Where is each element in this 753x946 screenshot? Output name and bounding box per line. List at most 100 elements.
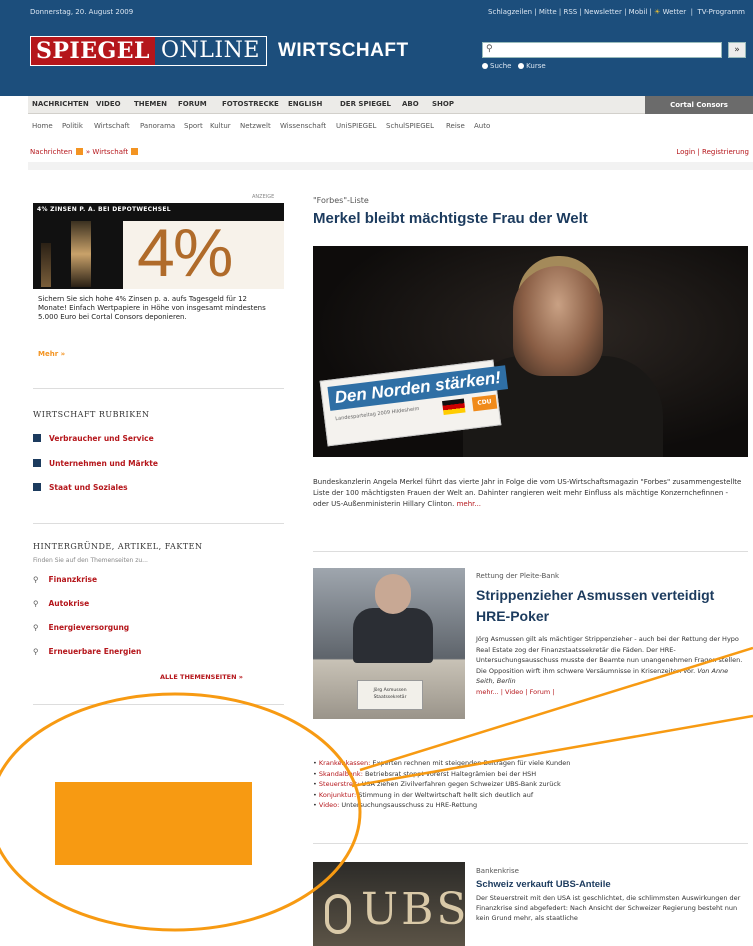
subnav-home[interactable]: Home	[32, 122, 53, 130]
topic-label[interactable]: Finanzkrise	[49, 575, 98, 584]
lead-headline[interactable]: Merkel bleibt mächtigste Frau der Welt	[313, 210, 588, 227]
square-bullet-icon	[33, 434, 41, 442]
rubrik-item-label[interactable]: Unternehmen und Märkte	[49, 459, 158, 468]
search-icon: ⚲	[486, 44, 493, 54]
teaser-lead[interactable]: Skandalbank:	[319, 770, 363, 778]
story2-links[interactable]: mehr... | Video | Forum |	[476, 688, 554, 696]
nav-item-shop[interactable]: SHOP	[432, 100, 454, 108]
teaser-lead[interactable]: Video:	[319, 801, 339, 809]
story-photo-ubs[interactable]: UBS	[313, 862, 465, 946]
nav-item-nachrichten[interactable]: NACHRICHTEN	[32, 100, 89, 108]
teaser-text[interactable]: Stimmung in der Weltwirtschaft hellt sic…	[358, 791, 533, 799]
nav-cortal-consors[interactable]: Cortal Consors	[645, 96, 753, 114]
search-input[interactable]: ⚲	[482, 42, 722, 58]
list-item[interactable]: • Skandalbank: Betriebsrat stoppt vorers…	[313, 769, 753, 780]
teaser-list: • Krankenkassen: Experten rechnen mit st…	[313, 758, 753, 811]
topic-label[interactable]: Autokrise	[49, 599, 90, 608]
teaser-text[interactable]: Experten rechnen mit steigenden Beiträge…	[372, 759, 570, 767]
subnav-kultur[interactable]: Kultur	[210, 122, 231, 130]
pin-icon: ⚲	[33, 599, 39, 608]
story2-headline[interactable]: Strippenzieher Asmussen verteidigt HRE-P…	[476, 585, 746, 627]
rss-icon[interactable]	[131, 148, 139, 155]
subnav-wissenschaft[interactable]: Wissenschaft	[280, 122, 326, 130]
ad-headline: 4% ZINSEN P. A. BEI DEPOTWECHSEL	[37, 206, 171, 213]
radio-kurse-label[interactable]: Kurse	[526, 62, 546, 70]
topic-item-erneuerbare[interactable]: ⚲ Erneuerbare Energien	[33, 647, 141, 656]
story-photo-asmussen[interactable]: Jörg Asmussen Staatssekretär	[313, 568, 465, 719]
search-button[interactable]: »	[728, 42, 746, 58]
subnav-schulspiegel[interactable]: SchulSPIEGEL	[386, 122, 434, 130]
photo-figure	[375, 574, 411, 614]
subnav-reise[interactable]: Reise	[446, 122, 465, 130]
rubrik-item-label[interactable]: Staat und Soziales	[49, 483, 128, 492]
ad-banner[interactable]: 4% ZINSEN P. A. BEI DEPOTWECHSEL 4%	[33, 203, 284, 289]
rss-icon[interactable]	[75, 148, 83, 155]
teaser-lead[interactable]: Steuerstreit:	[319, 780, 359, 788]
teaser-text[interactable]: Betriebsrat stoppt vorerst Haltegrämien …	[365, 770, 536, 778]
lead-photo[interactable]: Den Norden stärken! Landesparteitag 2009…	[313, 246, 748, 457]
topic-item-finanzkrise[interactable]: ⚲ Finanzkrise	[33, 575, 97, 584]
topic-label[interactable]: Erneuerbare Energien	[49, 647, 142, 656]
subnav-sport[interactable]: Sport	[184, 122, 203, 130]
teaser-text[interactable]: Untersuchungsausschuss zu HRE-Rettung	[341, 801, 477, 809]
ad-more-link[interactable]: Mehr »	[38, 350, 65, 358]
story3-kicker: Bankenkrise	[476, 867, 519, 875]
subnav-wirtschaft[interactable]: Wirtschaft	[94, 122, 130, 130]
list-item[interactable]: • Konjunktur: Stimmung in der Weltwirtsc…	[313, 790, 753, 801]
breadcrumb-wirtschaft[interactable]: Wirtschaft	[92, 148, 128, 156]
logo-spiegel[interactable]: SPIEGEL	[31, 37, 156, 65]
teaser-lead[interactable]: Krankenkassen:	[319, 759, 370, 767]
subnav-panorama[interactable]: Panorama	[140, 122, 175, 130]
list-item[interactable]: • Krankenkassen: Experten rechnen mit st…	[313, 758, 753, 769]
lead-more-link[interactable]: mehr...	[457, 500, 481, 508]
top-links[interactable]: Schlagzeilen | Mitte | RSS | Newsletter …	[488, 8, 745, 16]
rubrik-item-unternehmen[interactable]: Unternehmen und Märkte	[33, 459, 158, 468]
ad-decor	[71, 221, 91, 287]
rubrik-item-label[interactable]: Verbraucher und Service	[49, 434, 154, 443]
login-register-link[interactable]: Login | Registrierung	[676, 148, 749, 156]
lead-text-body: Bundeskanzlerin Angela Merkel führt das …	[313, 478, 742, 508]
subnav-politik[interactable]: Politik	[62, 122, 83, 130]
divider	[313, 551, 748, 552]
tv-program-link[interactable]: TV-Programm	[697, 8, 745, 16]
spiegel-online-logo[interactable]: SPIEGEL ONLINE	[30, 36, 267, 66]
list-item[interactable]: • Video: Untersuchungsausschuss zu HRE-R…	[313, 800, 753, 811]
nav-item-themen[interactable]: THEMEN	[134, 100, 167, 108]
nav-item-forum[interactable]: FORUM	[178, 100, 207, 108]
breadcrumb-nachrichten[interactable]: Nachrichten	[30, 148, 72, 156]
search-mode-radios[interactable]: Suche Kurse	[482, 62, 546, 70]
list-item[interactable]: • Steuerstreit: USA ziehen Zivilverfahre…	[313, 779, 753, 790]
all-topics-link[interactable]: ALLE THEMENSEITEN »	[160, 673, 243, 681]
subnav-auto[interactable]: Auto	[474, 122, 490, 130]
nav-item-der-spiegel[interactable]: DER SPIEGEL	[340, 100, 391, 108]
divider	[33, 704, 284, 705]
weather-link[interactable]: Wetter	[663, 8, 687, 16]
topic-item-autokrise[interactable]: ⚲ Autokrise	[33, 599, 89, 608]
square-bullet-icon	[33, 483, 41, 491]
nav-item-video[interactable]: VIDEO	[96, 100, 121, 108]
nav-item-fotostrecke[interactable]: FOTOSTRECKE	[222, 100, 279, 108]
site-header: Donnerstag, 20. August 2009 Schlagzeilen…	[0, 0, 753, 96]
topic-label[interactable]: Energieversorgung	[49, 623, 130, 632]
top-links-text[interactable]: Schlagzeilen | Mitte | RSS | Newsletter …	[488, 8, 652, 16]
logo-online[interactable]: ONLINE	[155, 37, 266, 65]
rubrik-item-verbraucher[interactable]: Verbraucher und Service	[33, 434, 154, 443]
nav-item-english[interactable]: ENGLISH	[288, 100, 322, 108]
teaser-text[interactable]: USA ziehen Zivilverfahren gegen Schweize…	[361, 780, 560, 788]
topic-item-energieversorgung[interactable]: ⚲ Energieversorgung	[33, 623, 129, 632]
section-title[interactable]: WIRTSCHAFT	[278, 40, 409, 62]
teaser-lead[interactable]: Konjunktur:	[319, 791, 356, 799]
divider	[33, 523, 284, 524]
radio-kurse-icon[interactable]	[518, 63, 525, 69]
radio-suche-label[interactable]: Suche	[490, 62, 511, 70]
nav-item-abo[interactable]: ABO	[402, 100, 419, 108]
lead-text: Bundeskanzlerin Angela Merkel führt das …	[313, 477, 743, 510]
lead-kicker: "Forbes"-Liste	[313, 196, 369, 205]
subnav-netzwelt[interactable]: Netzwelt	[240, 122, 271, 130]
radio-suche-icon[interactable]	[482, 63, 488, 69]
subnav-unispiegel[interactable]: UniSPIEGEL	[336, 122, 376, 130]
rubrik-item-staat[interactable]: Staat und Soziales	[33, 483, 128, 492]
german-flag-icon	[442, 398, 466, 416]
pin-icon: ⚲	[33, 575, 39, 584]
story3-headline[interactable]: Schweiz verkauft UBS-Anteile	[476, 879, 611, 890]
